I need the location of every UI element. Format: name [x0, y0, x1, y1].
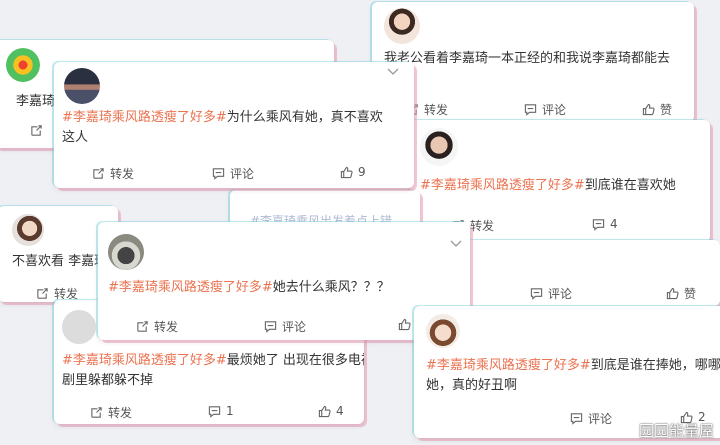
comment-button[interactable]: 评论	[212, 165, 254, 182]
repost-button[interactable]: 转发	[90, 404, 132, 421]
post-text: 不喜欢看 李嘉琦	[12, 254, 108, 269]
thumbs-up-icon	[318, 405, 331, 418]
comment-icon	[212, 167, 225, 180]
avatar[interactable]	[64, 68, 100, 104]
comment-button[interactable]: 4	[592, 217, 618, 231]
repost-button[interactable]: 转发	[136, 318, 178, 335]
post-card: 评论 赞	[466, 240, 720, 306]
comment-icon	[570, 412, 583, 425]
comment-button[interactable]: 评论	[570, 410, 612, 427]
share-icon	[30, 124, 43, 137]
post-card: #李嘉琦乘风路透瘦了好多#为什么乘风有她，真不喜欢 这人 转发 评论 9	[54, 62, 414, 188]
repost-button[interactable]: 转发	[92, 165, 134, 182]
chevron-down-icon[interactable]	[387, 68, 399, 76]
avatar[interactable]	[6, 48, 40, 82]
thumbs-up-icon	[398, 318, 411, 331]
post-card: #李嘉琦乘风路透瘦了好多#到底是谁在捧她，哪哪 她，真的好丑啊 评论 2	[414, 306, 720, 438]
share-icon	[36, 287, 49, 300]
watermark: 园园能量屋	[638, 422, 714, 440]
like-button[interactable]: 9	[340, 165, 366, 179]
comment-button[interactable]: 评论	[264, 318, 306, 335]
post-text-line2: 这人	[62, 130, 89, 145]
post-text: #李嘉琦乘风路透瘦了好多#为什么乘风有她，真不喜欢	[62, 110, 383, 125]
share-icon	[136, 320, 149, 333]
post-text-line2: 她，真的好丑啊	[426, 378, 518, 393]
comment-button[interactable]: 评论	[524, 101, 566, 118]
post-text: #李嘉琦乘风路透瘦了好多#到底是谁在捧她，哪哪	[426, 358, 720, 373]
comment-icon	[264, 320, 277, 333]
post-text: 李嘉琦	[16, 94, 56, 109]
avatar[interactable]	[108, 234, 144, 270]
avatar[interactable]	[12, 214, 44, 246]
post-text: 我老公看着李嘉琦一本正经的和我说李嘉琦都能去	[384, 51, 671, 66]
comment-icon	[524, 103, 537, 116]
like-button[interactable]: 赞	[642, 101, 672, 118]
share-icon	[92, 167, 105, 180]
like-button[interactable]: 4	[318, 404, 344, 418]
comment-icon	[208, 405, 221, 418]
avatar[interactable]	[384, 8, 420, 44]
post-card: 我老公看着李嘉琦一本正经的和我说李嘉琦都能去 ？ 转发 评论 赞	[372, 2, 694, 122]
comment-button[interactable]: 评论	[530, 285, 572, 302]
thumbs-up-icon	[666, 287, 679, 300]
thumbs-up-icon	[642, 103, 655, 116]
post-text: #李嘉琦乘风路透瘦了好多#最烦她了 出现在很多电视	[62, 353, 364, 368]
chevron-down-icon[interactable]	[450, 240, 462, 248]
share-icon	[90, 406, 103, 419]
comment-button[interactable]: 1	[208, 404, 234, 418]
avatar[interactable]	[426, 314, 460, 348]
like-button[interactable]: 赞	[666, 285, 696, 302]
repost-button[interactable]	[30, 124, 48, 137]
avatar[interactable]	[62, 310, 96, 344]
post-text: #李嘉琦乘风路透瘦了好多#她去什么乘风？？？	[108, 280, 390, 295]
comment-icon	[530, 287, 543, 300]
comment-icon	[592, 218, 605, 231]
avatar[interactable]	[420, 128, 458, 166]
post-text: #李嘉琦乘风路透瘦了好多#到底谁在喜欢她	[420, 178, 676, 193]
post-text-line2: 剧里躲都躲不掉	[62, 373, 154, 388]
thumbs-up-icon	[340, 166, 353, 179]
